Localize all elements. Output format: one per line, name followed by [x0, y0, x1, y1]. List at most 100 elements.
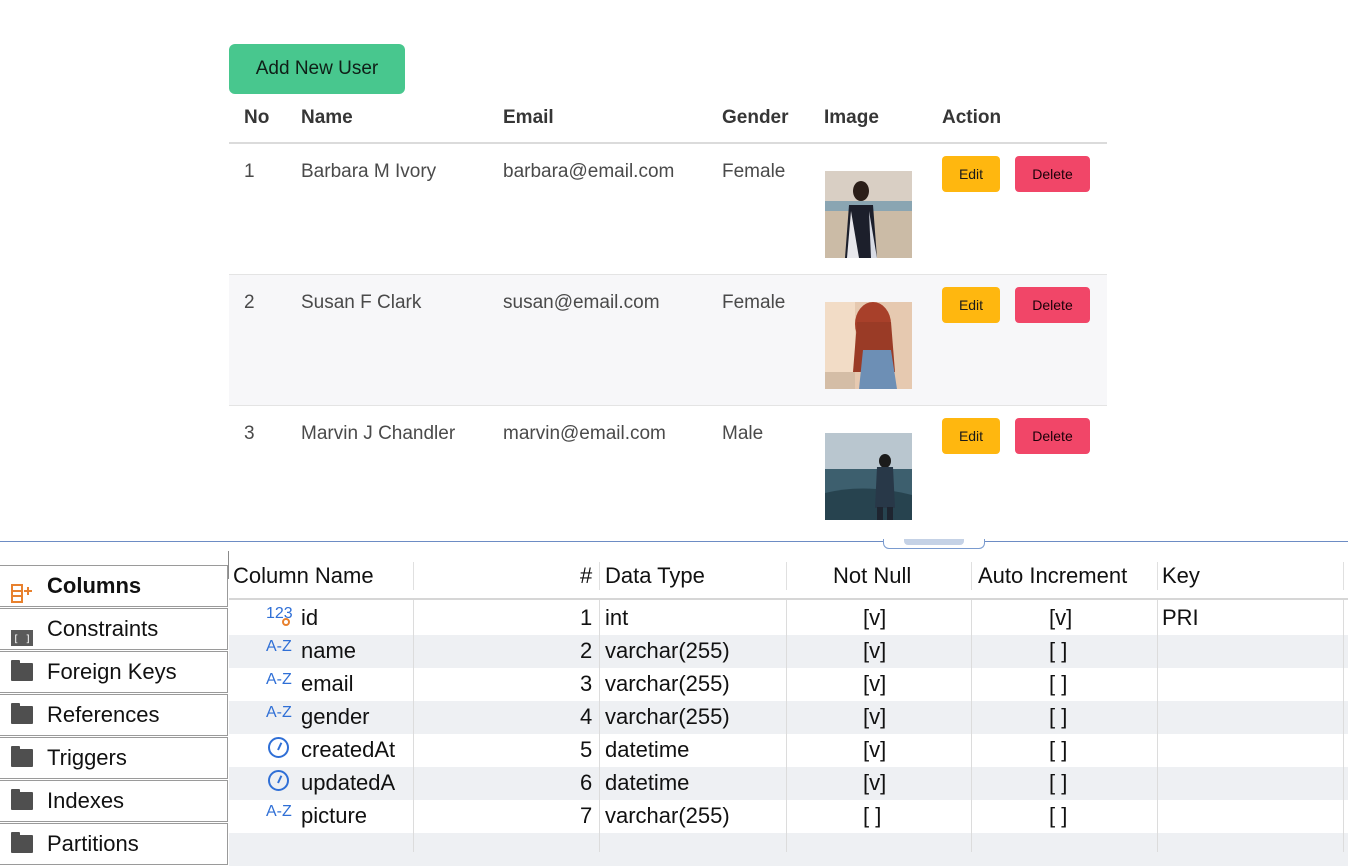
folder-icon [11, 832, 33, 853]
cell-column-name[interactable]: gender [301, 704, 370, 730]
cell-not-null[interactable]: [ ] [863, 803, 881, 829]
header-not-null[interactable]: Not Null [833, 563, 911, 589]
cell-data-type[interactable]: varchar(255) [605, 638, 730, 664]
cell-data-type[interactable]: datetime [605, 770, 689, 796]
folder-icon [11, 746, 33, 767]
tab-label: Indexes [47, 788, 125, 813]
tab-partitions[interactable]: Partitions [0, 823, 228, 865]
cell-not-null[interactable]: [v] [863, 638, 886, 664]
grid-row[interactable]: updatedA 6 datetime [v] [ ] [229, 767, 1348, 800]
users-table-header: No Name Email Gender Image Action [229, 96, 1107, 144]
cell-not-null[interactable]: [v] [863, 704, 886, 730]
cell-data-type[interactable]: int [605, 605, 628, 631]
row-gender: Female [722, 292, 786, 313]
grid-row[interactable]: A-Z picture 7 varchar(255) [ ] [ ] [229, 800, 1348, 833]
delete-button[interactable]: Delete [1015, 418, 1090, 454]
cell-column-name[interactable]: updatedA [301, 770, 395, 796]
delete-button[interactable]: Delete [1015, 287, 1090, 323]
table-row: 1 Barbara M Ivory barbara@email.com Fema… [229, 144, 1107, 275]
cell-number: 3 [580, 671, 593, 696]
cell-number: 5 [580, 737, 593, 762]
header-auto-increment[interactable]: Auto Increment [978, 563, 1127, 589]
tab-label: Triggers [47, 745, 127, 770]
tab-indexes[interactable]: Indexes [0, 780, 228, 822]
datetime-type-icon [268, 770, 289, 791]
cell-auto-increment[interactable]: [ ] [1049, 704, 1067, 730]
grid-row[interactable]: createdAt 5 datetime [v] [ ] [229, 734, 1348, 767]
header-key[interactable]: Key [1162, 563, 1200, 589]
text-type-icon: A-Z [266, 671, 292, 688]
edit-button[interactable]: Edit [942, 287, 1000, 323]
grid-row-empty [229, 833, 1348, 866]
folder-icon [11, 789, 33, 810]
tab-foreign-keys[interactable]: Foreign Keys [0, 651, 228, 693]
header-gender: Gender [722, 107, 789, 128]
svg-text:[ ]: [ ] [13, 634, 31, 645]
cell-column-name[interactable]: id [301, 605, 318, 631]
tab-label: Foreign Keys [47, 659, 177, 684]
cell-data-type[interactable]: varchar(255) [605, 671, 730, 697]
header-action: Action [942, 107, 1002, 128]
cell-column-name[interactable]: name [301, 638, 356, 664]
splitter-handle[interactable] [883, 539, 985, 549]
cell-data-type[interactable]: varchar(255) [605, 803, 730, 829]
cell-auto-increment[interactable]: [ ] [1049, 770, 1067, 796]
header-name: Name [301, 107, 353, 128]
edit-button[interactable]: Edit [942, 418, 1000, 454]
tab-references[interactable]: References [0, 694, 228, 736]
text-type-icon: A-Z [266, 638, 292, 655]
edit-button[interactable]: Edit [942, 156, 1000, 192]
cell-number: 1 [580, 605, 593, 630]
header-image: Image [824, 107, 879, 128]
cell-auto-increment[interactable]: [ ] [1049, 803, 1067, 829]
cell-column-name[interactable]: email [301, 671, 354, 697]
user-photo [825, 171, 912, 258]
header-no: No [244, 107, 270, 128]
row-name: Marvin J Chandler [301, 423, 456, 444]
cell-number: 4 [580, 704, 593, 729]
cell-auto-increment[interactable]: [v] [1049, 605, 1072, 631]
cell-auto-increment[interactable]: [ ] [1049, 671, 1067, 697]
datetime-type-icon [268, 737, 289, 758]
header-column-name[interactable]: Column Name [233, 563, 374, 589]
cell-auto-increment[interactable]: [ ] [1049, 737, 1067, 763]
header-data-type[interactable]: Data Type [605, 563, 705, 589]
cell-not-null[interactable]: [v] [863, 605, 886, 631]
user-photo [825, 433, 912, 520]
cell-auto-increment[interactable]: [ ] [1049, 638, 1067, 664]
columns-add-icon [11, 577, 33, 603]
tab-constraints[interactable]: [ ] Constraints [0, 608, 228, 650]
cell-not-null[interactable]: [v] [863, 671, 886, 697]
header-email: Email [503, 107, 554, 128]
row-gender: Male [722, 423, 764, 444]
tab-label: Constraints [47, 616, 159, 641]
tab-label: References [47, 702, 160, 727]
grid-row[interactable]: 123 id 1 int [v] [v] PRI [229, 602, 1348, 635]
grid-row[interactable]: A-Z name 2 varchar(255) [v] [ ] [229, 635, 1348, 668]
row-email: marvin@email.com [503, 423, 666, 444]
grid-row[interactable]: A-Z email 3 varchar(255) [v] [ ] [229, 668, 1348, 701]
table-properties-panel: Columns [ ] Constraints Foreign Keys Ref… [0, 539, 1348, 866]
header-number[interactable]: # [580, 563, 592, 589]
user-photo [825, 302, 912, 389]
cell-data-type[interactable]: varchar(255) [605, 704, 730, 730]
numeric-type-icon: 123 [266, 605, 293, 626]
tab-columns[interactable]: Columns [0, 565, 228, 607]
folder-icon [11, 703, 33, 724]
cell-column-name[interactable]: picture [301, 803, 367, 829]
cell-number: 2 [580, 638, 593, 663]
row-no: 1 [244, 161, 255, 182]
tab-label: Columns [47, 573, 142, 598]
delete-button[interactable]: Delete [1015, 156, 1090, 192]
cell-not-null[interactable]: [v] [863, 770, 886, 796]
text-type-icon: A-Z [266, 803, 292, 820]
cell-data-type[interactable]: datetime [605, 737, 689, 763]
add-new-user-button[interactable]: Add New User [229, 44, 405, 94]
cell-not-null[interactable]: [v] [863, 737, 886, 763]
cell-column-name[interactable]: createdAt [301, 737, 395, 763]
row-gender: Female [722, 161, 786, 182]
tab-triggers[interactable]: Triggers [0, 737, 228, 779]
cell-number: 6 [580, 770, 593, 795]
row-email: barbara@email.com [503, 161, 675, 182]
grid-row[interactable]: A-Z gender 4 varchar(255) [v] [ ] [229, 701, 1348, 734]
